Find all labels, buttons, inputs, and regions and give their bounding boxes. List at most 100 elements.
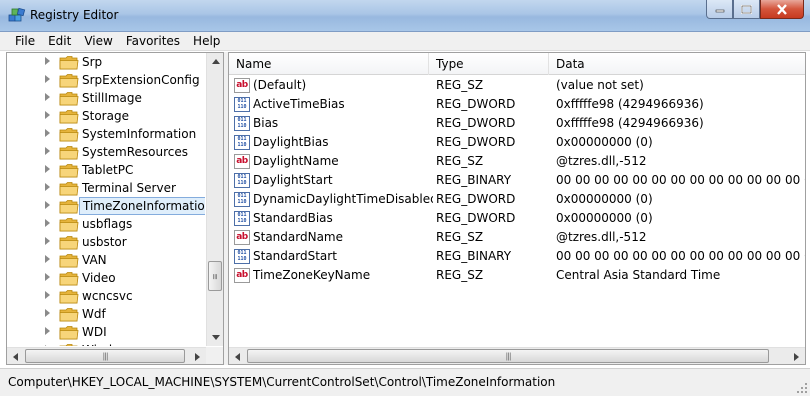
tree-item[interactable]: Terminal Server [7,179,205,197]
tree-item[interactable]: wcncsvc [7,287,205,305]
tree-item[interactable]: Wdf [7,305,205,323]
tree-item[interactable]: TabletPC [7,161,205,179]
value-name: StandardStart [253,249,337,263]
tree-item-label: Srp [82,55,103,69]
title-bar[interactable]: Registry Editor [0,0,810,32]
scroll-right-button[interactable] [189,348,206,364]
tree-item[interactable]: Video [7,269,205,287]
scroll-left-button[interactable] [7,348,24,364]
value-data: 0x00000000 (0) [556,135,653,149]
close-button[interactable] [760,0,804,19]
value-row[interactable]: ab (Default) REG_SZ (value not set) [229,76,805,95]
tree-item[interactable]: Windows [7,341,205,346]
resize-grip-icon[interactable] [796,382,808,394]
menu-file[interactable]: File [9,32,42,51]
tree-item-label: VAN [82,253,107,267]
expand-arrow-icon[interactable] [45,237,50,245]
expand-arrow-icon[interactable] [45,201,50,209]
folder-icon [59,253,79,268]
values-list-pane[interactable]: Name Type Data ab (Default) REG_SZ (value n… [228,52,806,365]
value-row[interactable]: 011 110 ActiveTimeBias REG_DWORD 0xfffffe98 … [229,95,805,114]
column-header-name[interactable]: Name [229,53,429,75]
value-type: REG_SZ [436,154,484,168]
value-type: REG_BINARY [436,249,512,263]
scroll-right-button[interactable] [788,348,805,364]
folder-icon [59,307,79,322]
expand-arrow-icon[interactable] [45,57,50,65]
minimize-icon [715,9,724,13]
folder-icon [59,55,79,70]
menu-help[interactable]: Help [187,32,227,51]
tree-item-label: Wdf [82,307,106,321]
value-row[interactable]: 011 110 DaylightStart REG_BINARY 00 00 00 00… [229,171,805,190]
binary-value-icon: 011 110 [234,249,250,264]
tree-item[interactable]: SystemInformation [7,125,205,143]
value-row[interactable]: 011 110 DaylightBias REG_DWORD 0x00000000 (0… [229,133,805,152]
value-row[interactable]: 011 110 StandardBias REG_DWORD 0x00000000 (0… [229,209,805,228]
tree-item[interactable]: VAN [7,251,205,269]
scroll-left-button[interactable] [229,348,246,364]
minimize-button[interactable] [706,0,733,19]
key-tree-pane[interactable]: Srp SrpExtensionConfig StillImage Storage Sy… [6,52,224,365]
expand-arrow-icon[interactable] [45,255,50,263]
expand-arrow-icon[interactable] [45,111,50,119]
menu-edit[interactable]: Edit [42,32,78,51]
expand-arrow-icon[interactable] [45,183,50,191]
scroll-up-button[interactable] [207,53,223,70]
folder-icon [59,91,79,106]
value-row[interactable]: ab StandardName REG_SZ @tzres.dll,-512 [229,228,805,247]
expand-arrow-icon[interactable] [45,291,50,299]
grip-icon: ||| [505,351,511,361]
folder-icon [59,127,79,142]
menu-favorites[interactable]: Favorites [120,32,187,51]
tree-item[interactable]: SrpExtensionConfig [7,71,205,89]
string-value-icon: ab [234,230,250,245]
expand-arrow-icon[interactable] [45,129,50,137]
folder-icon [59,73,79,88]
tree-vertical-scroll-thumb[interactable]: ≡ [208,261,222,291]
expand-arrow-icon[interactable] [45,345,50,346]
value-name: (Default) [253,78,307,92]
column-header-type[interactable]: Type [429,53,549,75]
status-bar: Computer\HKEY_LOCAL_MACHINE\SYSTEM\Curre… [0,368,810,396]
tree-vertical-scrollbar[interactable]: ≡ [206,53,223,346]
folder-icon [59,181,79,196]
menu-view[interactable]: View [78,32,119,51]
tree-item[interactable]: usbstor [7,233,205,251]
value-name: StandardBias [253,211,333,225]
expand-arrow-icon[interactable] [45,327,50,335]
value-data: (value not set) [556,78,644,92]
tree-item[interactable]: Storage [7,107,205,125]
tree-item[interactable]: StillImage [7,89,205,107]
list-horizontal-scroll-thumb[interactable]: ||| [247,349,769,363]
expand-arrow-icon[interactable] [45,93,50,101]
tree-item[interactable]: SystemResources [7,143,205,161]
expand-arrow-icon[interactable] [45,309,50,317]
tree-item[interactable]: Srp [7,53,205,71]
value-row[interactable]: ab TimeZoneKeyName REG_SZ Central Asia Stan… [229,266,805,285]
expand-arrow-icon[interactable] [45,147,50,155]
tree-item[interactable]: WDI [7,323,205,341]
tree-horizontal-scrollbar[interactable]: ||| [7,347,206,364]
binary-value-icon: 011 110 [234,192,250,207]
value-row[interactable]: ab DaylightName REG_SZ @tzres.dll,-512 [229,152,805,171]
expand-arrow-icon[interactable] [45,273,50,281]
list-horizontal-scrollbar[interactable]: ||| [229,347,805,364]
tree-item-label: StillImage [82,91,142,105]
value-row[interactable]: 011 110 DynamicDaylightTimeDisabled REG_DWO… [229,190,805,209]
tree-item[interactable]: TimeZoneInformation [7,197,205,215]
expand-arrow-icon[interactable] [45,165,50,173]
expand-arrow-icon[interactable] [45,75,50,83]
column-header-data[interactable]: Data [549,53,805,75]
scroll-down-button[interactable] [207,329,223,346]
value-name: Bias [253,116,279,130]
tree-horizontal-scroll-thumb[interactable]: ||| [25,349,185,363]
close-icon [777,3,787,15]
maximize-button[interactable] [733,0,760,19]
value-row[interactable]: 011 110 Bias REG_DWORD 0xfffffe98 (429496693… [229,114,805,133]
folder-icon [59,325,79,340]
expand-arrow-icon[interactable] [45,219,50,227]
value-row[interactable]: 011 110 StandardStart REG_BINARY 00 00 00 00… [229,247,805,266]
tree-item[interactable]: usbflags [7,215,205,233]
arrow-up-icon [211,59,220,64]
